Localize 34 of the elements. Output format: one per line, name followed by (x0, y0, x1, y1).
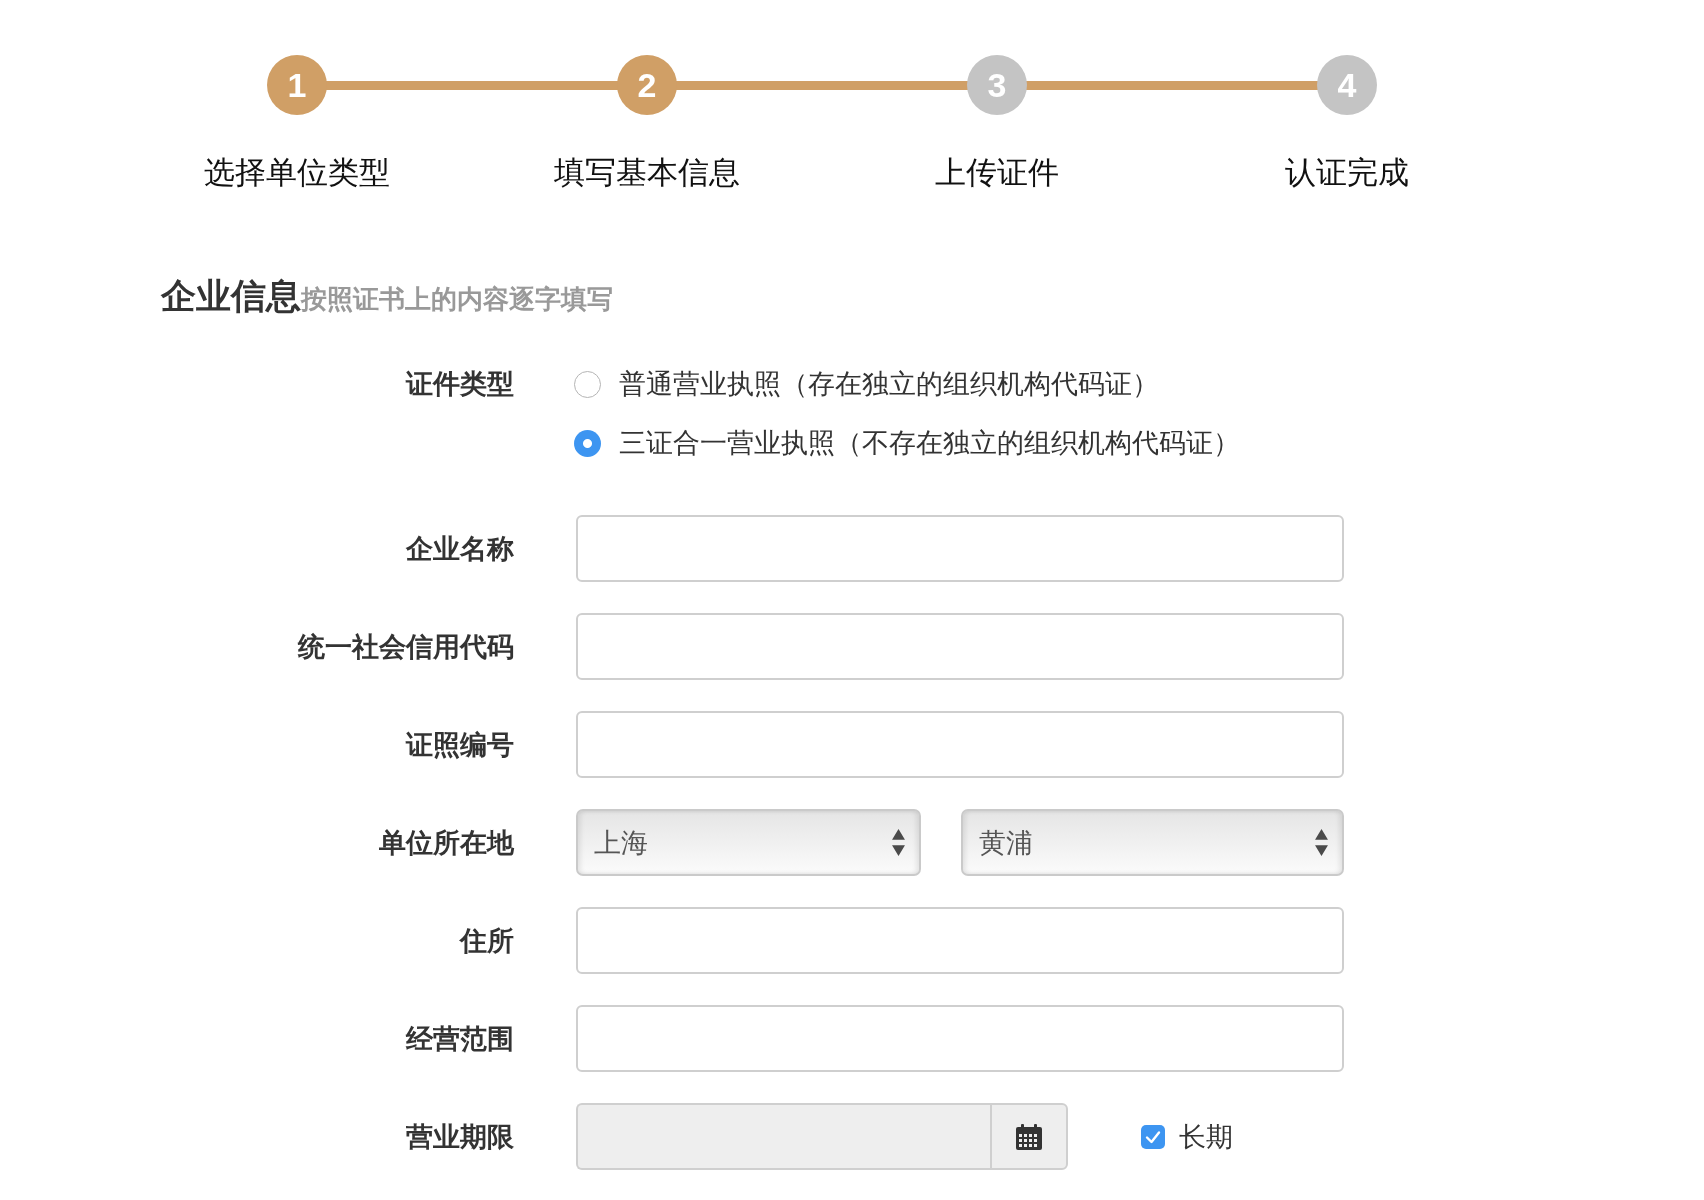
select-field[interactable]: 黄浦 (961, 809, 1344, 876)
radio-label[interactable]: 普通营业执照（存在独立的组织机构代码证） (619, 366, 1159, 402)
input-field[interactable] (576, 515, 1344, 582)
field-label: 证照编号 (406, 729, 514, 760)
field-label: 住所 (460, 925, 514, 956)
field-label: 证件类型 (406, 368, 514, 399)
step-circle: 2 (617, 55, 677, 115)
sort-arrows-icon (892, 828, 905, 857)
step-label: 认证完成 (1285, 155, 1409, 189)
step-circle: 3 (967, 55, 1027, 115)
field-label: 营业期限 (406, 1121, 514, 1152)
input-field[interactable] (576, 907, 1344, 974)
field-label: 经营范围 (406, 1023, 514, 1054)
step-circle: 4 (1317, 55, 1377, 115)
section-title: 企业信息 (161, 276, 301, 316)
field-label: 统一社会信用代码 (298, 631, 514, 662)
step-label: 上传证件 (935, 155, 1059, 189)
input-field[interactable] (576, 711, 1344, 778)
input-field[interactable] (576, 613, 1344, 680)
field-label: 企业名称 (406, 533, 514, 564)
select-field[interactable]: 上海 (576, 809, 921, 876)
checkmark-icon (1146, 1130, 1160, 1143)
radio-label[interactable]: 三证合一营业执照（不存在独立的组织机构代码证） (619, 425, 1240, 461)
field-label: 单位所在地 (379, 827, 514, 858)
radio-button[interactable] (574, 429, 601, 457)
step-label: 填写基本信息 (554, 155, 740, 189)
section-hint: 按照证书上的内容逐字填写 (301, 284, 613, 314)
sort-arrows-icon (1315, 828, 1328, 857)
step-circle: 1 (267, 55, 327, 115)
step-label: 选择单位类型 (204, 155, 390, 189)
calendar-button[interactable] (990, 1103, 1068, 1170)
calendar-icon (1016, 1123, 1042, 1150)
input-field[interactable] (576, 1005, 1344, 1072)
radio-button[interactable] (574, 370, 601, 398)
